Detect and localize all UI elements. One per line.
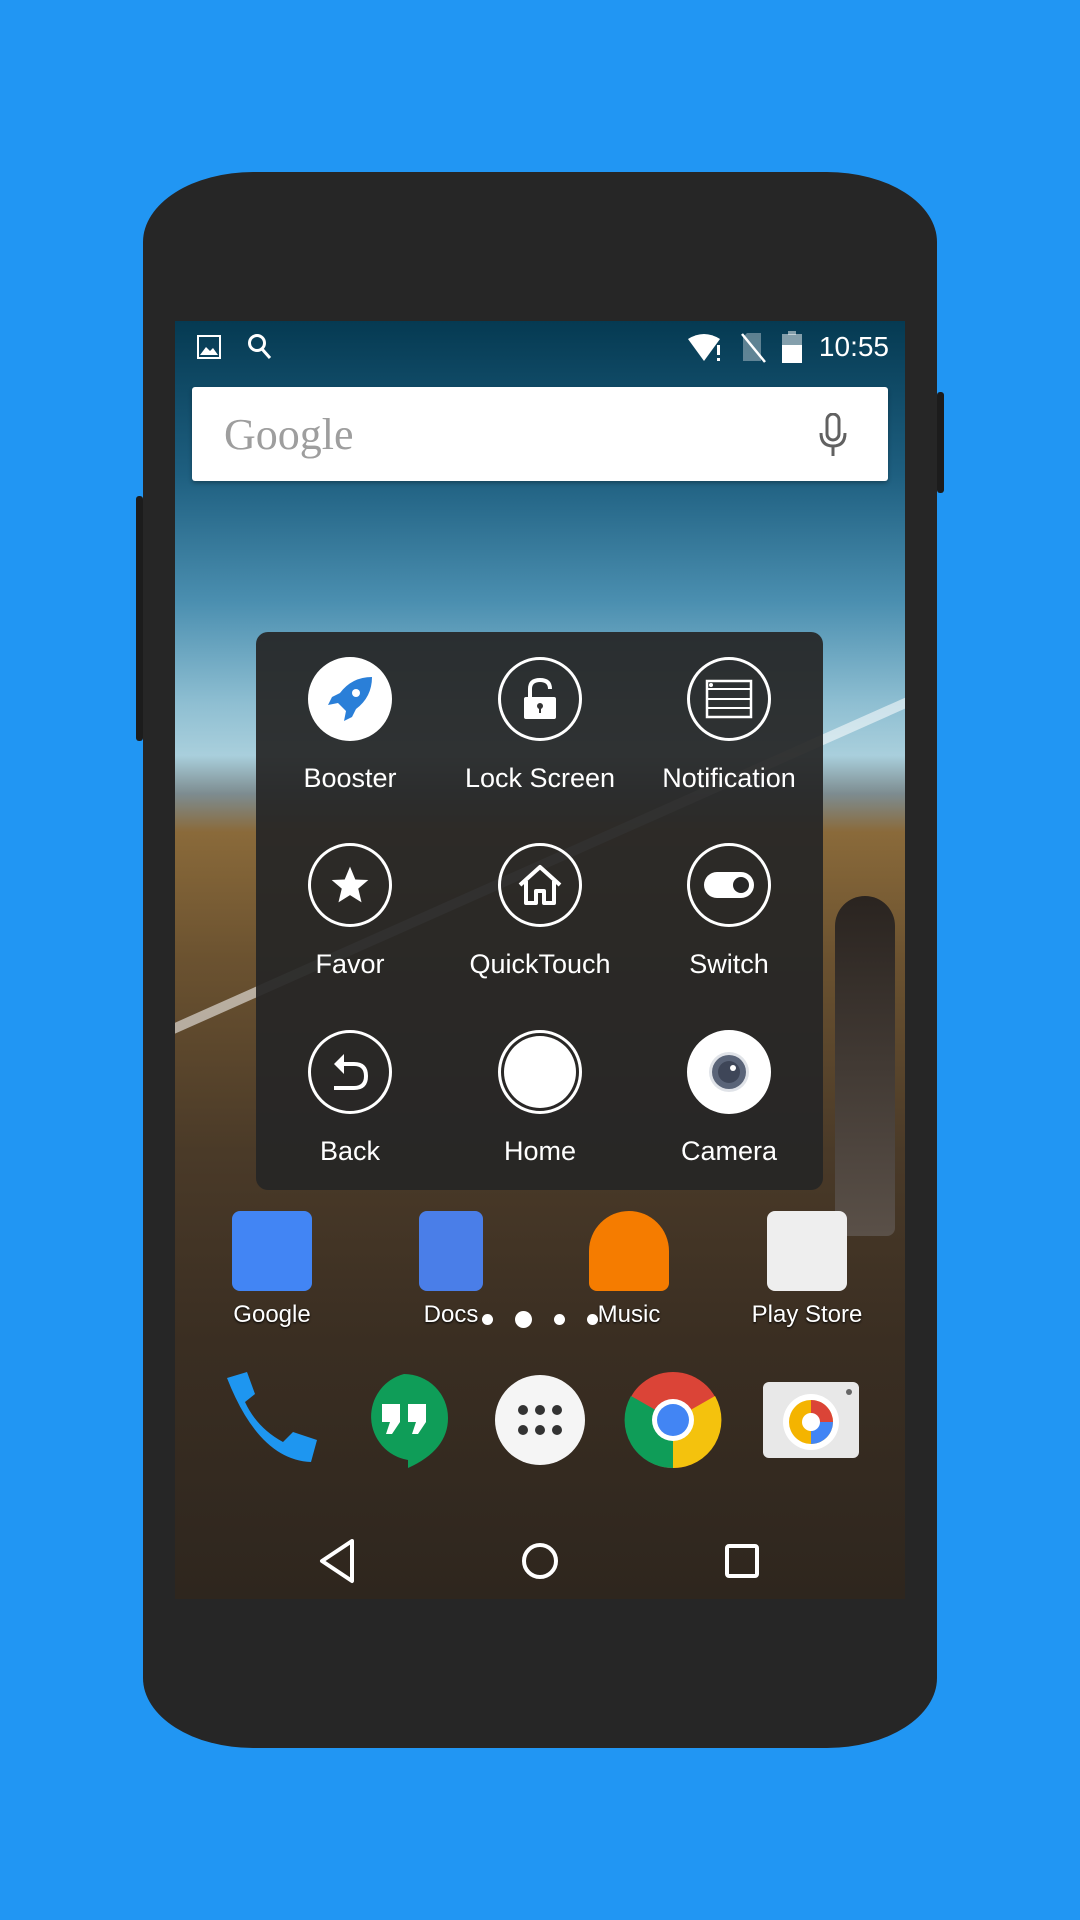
item-label: Switch <box>689 949 769 979</box>
star-icon <box>308 843 392 927</box>
docs-app-icon <box>419 1211 483 1291</box>
panel-item-favor[interactable]: Favor <box>260 843 440 980</box>
item-label: Home <box>503 1136 577 1166</box>
recents-icon[interactable] <box>712 1531 772 1591</box>
panel-item-camera[interactable]: Camera <box>639 1030 819 1167</box>
volume-button <box>136 496 143 741</box>
status-bar: 10:55 <box>175 321 905 373</box>
panel-item-lock-screen[interactable]: Lock Screen <box>450 657 630 794</box>
item-label: QuickTouch <box>469 949 611 979</box>
quick-touch-panel: Booster Lock Screen Notification Favor Q… <box>256 632 823 1190</box>
item-label: Notification <box>662 763 796 793</box>
home-icon[interactable] <box>510 1531 570 1591</box>
app-drawer-icon[interactable] <box>490 1370 590 1470</box>
search-icon <box>248 334 272 359</box>
camera-icon[interactable] <box>761 1370 861 1470</box>
panel-item-back[interactable]: Back <box>260 1030 440 1167</box>
lock-icon <box>498 657 582 741</box>
notification-icon <box>687 657 771 741</box>
rocket-icon <box>308 657 392 741</box>
phone-icon[interactable] <box>219 1370 319 1470</box>
google-logo: Google <box>224 410 354 459</box>
mic-icon[interactable] <box>818 413 848 457</box>
house-icon <box>498 843 582 927</box>
power-button <box>937 392 944 493</box>
panel-item-quicktouch[interactable]: QuickTouch <box>450 843 630 980</box>
wallpaper-person <box>835 896 895 1236</box>
page-indicator <box>175 1311 905 1329</box>
page-dot-current[interactable] <box>515 1311 532 1329</box>
image-icon <box>197 335 221 359</box>
chrome-icon[interactable] <box>623 1370 723 1470</box>
page-dot[interactable] <box>482 1314 493 1326</box>
hangouts-icon[interactable] <box>354 1370 454 1470</box>
back-arrow-icon <box>308 1030 392 1114</box>
item-label: Booster <box>303 763 397 793</box>
item-label: Back <box>319 1136 381 1166</box>
toggle-icon <box>687 843 771 927</box>
wifi-alert-icon <box>688 334 720 361</box>
item-label: Lock Screen <box>464 763 616 793</box>
camera-lens-icon <box>687 1030 771 1114</box>
no-sim-icon <box>741 333 766 363</box>
page-dot[interactable] <box>587 1314 598 1326</box>
home-circle-icon <box>498 1030 582 1114</box>
panel-item-notification[interactable]: Notification <box>639 657 819 794</box>
item-label: Camera <box>680 1136 778 1166</box>
battery-icon <box>782 331 802 363</box>
back-icon[interactable] <box>308 1531 368 1591</box>
google-search-bar[interactable]: Google <box>192 387 888 481</box>
music-app-icon <box>589 1211 669 1291</box>
panel-item-switch[interactable]: Switch <box>639 843 819 980</box>
panel-item-booster[interactable]: Booster <box>260 657 440 794</box>
google-app-icon <box>232 1211 312 1291</box>
clock: 10:55 <box>818 331 889 362</box>
item-label: Favor <box>315 949 385 979</box>
play-store-app-icon <box>767 1211 847 1291</box>
panel-item-home[interactable]: Home <box>450 1030 630 1167</box>
page-dot[interactable] <box>554 1314 565 1326</box>
screen: 10:55 Google Google Docs Music Play Stor… <box>175 321 905 1599</box>
